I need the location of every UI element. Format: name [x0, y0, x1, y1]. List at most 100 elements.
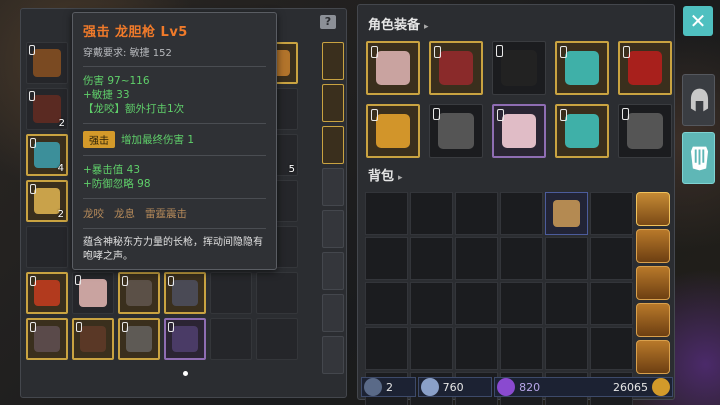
side-slot[interactable] [322, 168, 344, 206]
equipment-slot[interactable] [618, 41, 672, 95]
equipment-slot[interactable] [492, 104, 546, 158]
caret-icon[interactable]: ▸ [398, 173, 403, 183]
bag-icon[interactable] [636, 229, 670, 263]
equipment-slot[interactable] [555, 104, 609, 158]
inventory-slot[interactable]: 2 [26, 88, 68, 130]
lock-tag-icon [76, 322, 82, 332]
inventory-slot[interactable] [26, 272, 68, 314]
bag-slot[interactable] [590, 327, 633, 370]
side-slot[interactable] [322, 42, 344, 80]
bag-slot[interactable] [455, 237, 498, 280]
side-slot[interactable] [322, 126, 344, 164]
lock-tag-icon [560, 109, 567, 121]
inventory-slot[interactable] [26, 42, 68, 84]
enhance-chip: 强击 [83, 131, 115, 148]
equipment-slot[interactable] [429, 41, 483, 95]
stat-special: 【龙咬】额外打击1次 [83, 103, 185, 115]
inventory-slot[interactable] [164, 318, 206, 360]
equipment-slot[interactable] [429, 104, 483, 158]
equipment-slot[interactable] [492, 41, 546, 95]
item-title: 强击 龙胆枪 Lv5 [83, 25, 188, 40]
bag-slot[interactable] [365, 327, 408, 370]
inventory-slot[interactable] [256, 272, 298, 314]
inventory-slot[interactable] [118, 318, 160, 360]
side-slot[interactable] [322, 252, 344, 290]
bag-icon[interactable] [636, 340, 670, 374]
bag-slot[interactable] [365, 192, 408, 235]
gem-group: 820 [497, 378, 540, 396]
bag-slot[interactable] [545, 237, 588, 280]
set-bonuses: 龙咬 龙息 雷霆震击 [83, 206, 266, 221]
inventory-slot[interactable] [210, 318, 252, 360]
inventory-slot[interactable]: 4 [26, 134, 68, 176]
divider [83, 155, 266, 156]
armor-icon [80, 326, 106, 352]
bag-slot[interactable] [545, 192, 588, 235]
helmet-icon [690, 88, 709, 112]
bag-slot[interactable] [545, 282, 588, 325]
lock-tag-icon [122, 276, 128, 286]
lock-tag-icon [29, 91, 35, 101]
ring-icon [565, 114, 599, 148]
hammer-icon [364, 378, 382, 396]
bag-slot[interactable] [500, 327, 543, 370]
close-button[interactable]: ✕ [683, 6, 713, 36]
equipment-slot[interactable] [618, 104, 672, 158]
caret-icon[interactable]: ▸ [424, 22, 429, 32]
inventory-slot[interactable] [26, 226, 68, 268]
inventory-slot[interactable] [210, 272, 252, 314]
bag-slot[interactable] [365, 237, 408, 280]
inventory-slot[interactable]: 2 [26, 180, 68, 222]
inventory-slot[interactable] [256, 318, 298, 360]
bag-slot[interactable] [500, 282, 543, 325]
gauntlet-icon [438, 113, 474, 149]
bag-icon[interactable] [636, 192, 670, 226]
inventory-slot[interactable] [118, 272, 160, 314]
lock-tag-icon [496, 45, 503, 57]
equipment-slot[interactable] [366, 41, 420, 95]
item-requirement: 穿戴要求: 敏捷 152 [83, 44, 266, 59]
currency-value: 760 [442, 380, 464, 394]
divider [83, 66, 266, 67]
bag-slot[interactable] [455, 327, 498, 370]
stat-agility: +敏捷 33 [83, 89, 130, 101]
side-slot[interactable] [322, 84, 344, 122]
bag-title: 背包 ▸ [368, 165, 403, 184]
bag-slot[interactable] [410, 192, 453, 235]
equipment-slot[interactable] [366, 104, 420, 158]
tab-equipment[interactable] [682, 132, 715, 184]
inventory-slot[interactable] [72, 318, 114, 360]
equipment-slot[interactable] [555, 41, 609, 95]
amulet-icon [376, 114, 410, 148]
map-icon [553, 200, 580, 227]
help-button[interactable]: ? [320, 15, 336, 29]
bag-slot[interactable] [410, 327, 453, 370]
bag-slot[interactable] [500, 192, 543, 235]
bag-slot[interactable] [455, 282, 498, 325]
side-slot[interactable] [322, 294, 344, 332]
bag-slot[interactable] [590, 237, 633, 280]
bag-slot[interactable] [410, 237, 453, 280]
pouch-icon [33, 49, 61, 77]
bag-slot[interactable] [455, 192, 498, 235]
side-slot[interactable] [322, 210, 344, 248]
bag-slot[interactable] [410, 282, 453, 325]
enhance-row: 强击 增加最终伤害 1 [83, 131, 266, 148]
bag-slot[interactable] [590, 192, 633, 235]
bag-icon[interactable] [636, 303, 670, 337]
side-slot[interactable] [322, 336, 344, 374]
claws-icon [33, 95, 61, 123]
lock-tag-icon [168, 322, 174, 332]
bag-slot[interactable] [500, 237, 543, 280]
bag-slot[interactable] [545, 327, 588, 370]
inventory-slot[interactable] [26, 318, 68, 360]
bag-slot[interactable] [365, 282, 408, 325]
tab-character[interactable] [682, 74, 715, 126]
ring-icon [34, 280, 60, 306]
divider [83, 198, 266, 199]
sword-icon [627, 113, 663, 149]
bag-slot[interactable] [590, 282, 633, 325]
inventory-slot[interactable] [164, 272, 206, 314]
inventory-slot[interactable] [72, 272, 114, 314]
bag-icon[interactable] [636, 266, 670, 300]
